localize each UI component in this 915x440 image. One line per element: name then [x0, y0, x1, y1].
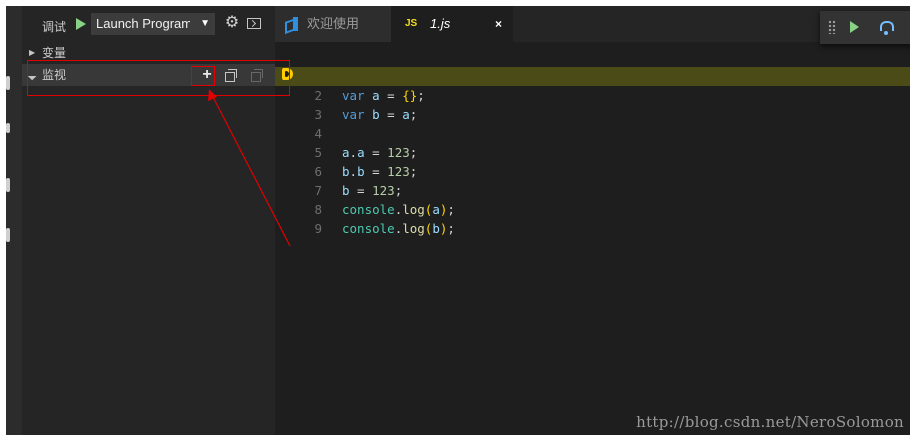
editor: 欢迎使用 JS 1.js × 1 var a = {}; 2 var b = a…	[275, 6, 910, 435]
drag-grip-icon[interactable]	[828, 20, 836, 34]
continue-icon[interactable]	[847, 19, 863, 35]
code-line: 9	[275, 200, 910, 236]
watermark: http://blog.csdn.net/NeroSolomon	[636, 413, 904, 431]
step-into-icon[interactable]	[908, 19, 910, 35]
code-line: 4 a.a = 123;	[275, 105, 910, 160]
annotation-box-add-button	[191, 66, 215, 86]
code-line: 3	[275, 86, 910, 122]
launch-config-select[interactable]: Launch Program ▼	[91, 13, 215, 35]
vscode-icon	[285, 17, 299, 31]
terminal-icon[interactable]	[247, 18, 261, 29]
step-over-icon[interactable]	[878, 19, 894, 35]
code-line: 5 b.b = 123;	[275, 124, 910, 179]
tab-1js[interactable]: JS 1.js ×	[391, 6, 513, 42]
close-icon[interactable]: ×	[495, 6, 502, 42]
activity-bar	[6, 6, 22, 435]
code-text: console.log(b);	[342, 221, 455, 236]
gear-icon[interactable]: ⚙	[223, 14, 241, 32]
tab-label: 1.js	[430, 16, 451, 31]
start-debugging-icon[interactable]	[72, 15, 90, 33]
code-line: 6 b = 123;	[275, 143, 910, 198]
js-file-icon: JS	[405, 18, 418, 29]
code-area[interactable]: 1 var a = {}; 2 var b = a; 3 4 a.a = 123…	[275, 42, 910, 435]
code-line: 8 console.log(b);	[275, 181, 910, 236]
annotation-box-watch	[27, 60, 290, 96]
activity-icon-debug[interactable]	[6, 178, 10, 192]
tab-welcome[interactable]: 欢迎使用	[275, 6, 391, 42]
activity-icon-git[interactable]	[6, 123, 10, 133]
debug-toolbar: 调试 Launch Program ▼ ⚙	[22, 6, 275, 42]
debug-title: 调试	[42, 20, 67, 34]
line-number: 9	[314, 221, 322, 236]
tab-bar: 欢迎使用 JS 1.js ×	[275, 6, 910, 42]
code-line: 7 console.log(a);	[275, 162, 910, 217]
code-line: 1 var a = {};	[275, 48, 910, 103]
debug-action-bar	[820, 11, 910, 44]
tab-label: 欢迎使用	[307, 16, 360, 31]
activity-icon-extensions[interactable]	[6, 228, 10, 242]
chevron-down-icon: ▼	[200, 18, 210, 29]
activity-icon-search[interactable]	[6, 76, 10, 90]
current-code-line: 2 var b = a;	[275, 67, 910, 122]
launch-config-value: Launch Program	[96, 16, 190, 31]
